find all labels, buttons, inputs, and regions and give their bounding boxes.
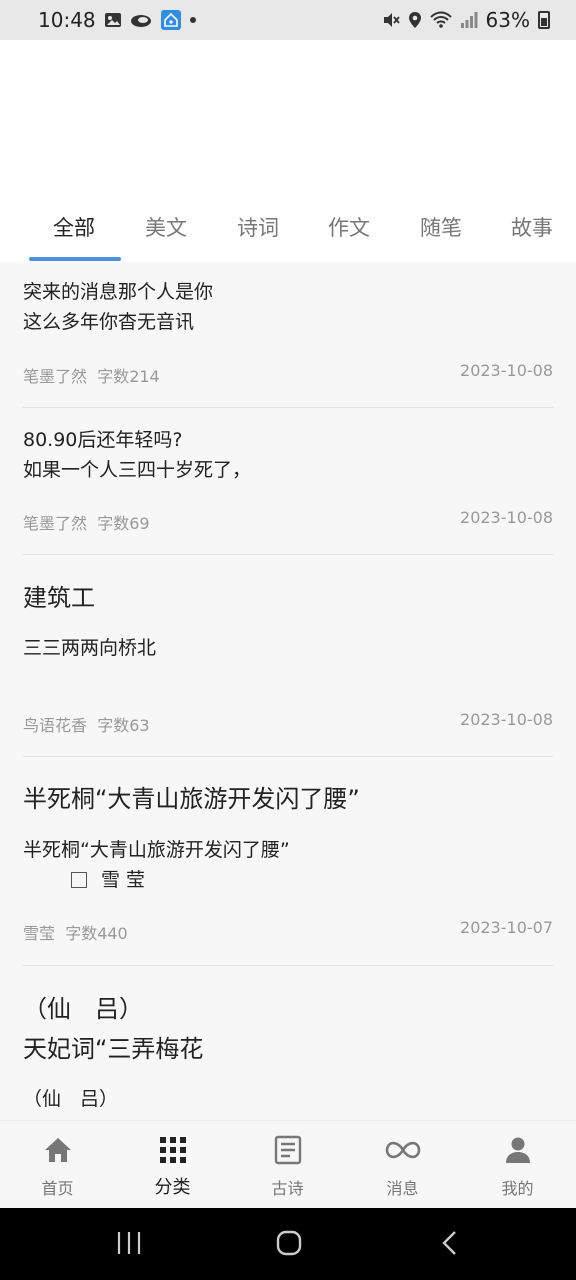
tab-prose[interactable]: 美文 [145, 212, 187, 242]
home-button-icon[interactable] [276, 1230, 302, 1260]
item-date: 2023-10-08 [460, 710, 553, 729]
tab-stories[interactable]: 故事 [511, 212, 553, 242]
nav-label: 我的 [501, 1179, 534, 1198]
signal-icon [460, 11, 478, 29]
excerpt-line: （仙 吕） [23, 1088, 119, 1110]
home-icon [43, 1135, 73, 1165]
grid-icon [159, 1135, 187, 1165]
nav-home[interactable]: 首页 [0, 1121, 115, 1209]
nav-label: 消息 [386, 1179, 419, 1198]
tab-poetry[interactable]: 诗词 [237, 212, 279, 242]
list-item[interactable]: 半死桐“大青山旅游开发闪了腰” 半死桐“大青山旅游开发闪了腰” 雪 莹 雪莹 字… [23, 757, 553, 966]
nav-classic-poems[interactable]: 古诗 [230, 1121, 345, 1209]
author-name: 鸟语花香 [23, 716, 88, 735]
active-tab-indicator [29, 257, 121, 261]
word-count: 字数69 [97, 514, 150, 533]
nav-profile[interactable]: 我的 [460, 1121, 575, 1209]
mute-icon [382, 11, 400, 29]
recent-apps-icon[interactable] [116, 1230, 142, 1260]
word-count: 字数440 [65, 924, 128, 943]
item-date: 2023-10-08 [460, 361, 553, 380]
nav-label: 分类 [154, 1177, 191, 1198]
location-icon [408, 11, 422, 29]
item-title: 半死桐“大青山旅游开发闪了腰” [23, 785, 360, 813]
tab-essay[interactable]: 作文 [328, 212, 370, 242]
item-meta: 笔墨了然 字数69 [23, 510, 150, 534]
status-bar: 10:48 63% [0, 0, 576, 40]
item-date: 2023-10-07 [460, 918, 553, 937]
list-item[interactable]: 建筑工 三三两两向桥北 鸟语花香 字数63 2023-10-08 [23, 555, 553, 757]
item-title: 天妃词“三弄梅花 [23, 1035, 204, 1063]
list-item[interactable]: （仙 吕） 天妃词“三弄梅花 （仙 吕） [23, 966, 553, 1120]
word-count: 字数63 [97, 716, 150, 735]
tab-notes[interactable]: 随笔 [420, 212, 462, 242]
home-wifi-icon [160, 9, 182, 31]
item-title: 建筑工 [23, 584, 95, 612]
nav-messages[interactable]: 消息 [345, 1121, 460, 1209]
author-name: 笔墨了然 [23, 514, 88, 533]
list-item[interactable]: 80.90后还年轻吗? 如果一个人三四十岁死了， 笔墨了然 字数69 2023-… [23, 408, 553, 555]
item-meta: 雪莹 字数440 [23, 920, 128, 944]
item-title: （仙 吕） [23, 995, 143, 1023]
item-meta: 笔墨了然 字数214 [23, 363, 160, 387]
battery-percent: 63% [485, 8, 530, 32]
item-date: 2023-10-08 [460, 508, 553, 527]
excerpt-line: 三三两两向桥北 [23, 637, 157, 659]
excerpt-line: 半死桐“大青山旅游开发闪了腰” [23, 839, 290, 861]
item-meta: 鸟语花香 字数63 [23, 712, 150, 736]
author-name: 笔墨了然 [23, 367, 88, 386]
header-area [0, 40, 576, 200]
author-name: 雪莹 [23, 924, 56, 943]
status-time: 10:48 [38, 8, 96, 32]
nav-category[interactable]: 分类 [115, 1121, 230, 1209]
list-item[interactable]: 突来的消息那个人是你 这么多年你杳无音讯 笔墨了然 字数214 2023-10-… [23, 262, 553, 408]
excerpt-line: 这么多年你杳无音讯 [23, 311, 195, 333]
cloud-icon [130, 12, 152, 28]
system-navigation-bar [0, 1208, 576, 1280]
excerpt-line: 如果一个人三四十岁死了， [23, 459, 252, 481]
article-list[interactable]: 突来的消息那个人是你 这么多年你杳无音讯 笔墨了然 字数214 2023-10-… [0, 262, 576, 1120]
nav-label: 古诗 [271, 1179, 304, 1198]
wifi-icon [429, 11, 452, 29]
excerpt-line: 突来的消息那个人是你 [23, 281, 214, 303]
person-icon [504, 1135, 532, 1165]
image-icon [104, 11, 122, 29]
bottom-navigation: 首页 分类 古诗 消息 我的 [0, 1120, 576, 1208]
tab-all[interactable]: 全部 [53, 212, 95, 242]
infinity-icon [384, 1135, 422, 1165]
excerpt-line: 雪 莹 [71, 867, 145, 893]
back-icon[interactable] [440, 1230, 460, 1260]
document-icon [274, 1135, 302, 1165]
notification-dot [189, 17, 196, 23]
excerpt-line: 80.90后还年轻吗? [23, 429, 183, 451]
category-tabs: 全部 美文 诗词 作文 随笔 故事 [0, 200, 576, 262]
checkbox-glyph [71, 872, 87, 888]
word-count: 字数214 [97, 367, 160, 386]
battery-icon [538, 11, 550, 29]
nav-label: 首页 [41, 1179, 74, 1198]
